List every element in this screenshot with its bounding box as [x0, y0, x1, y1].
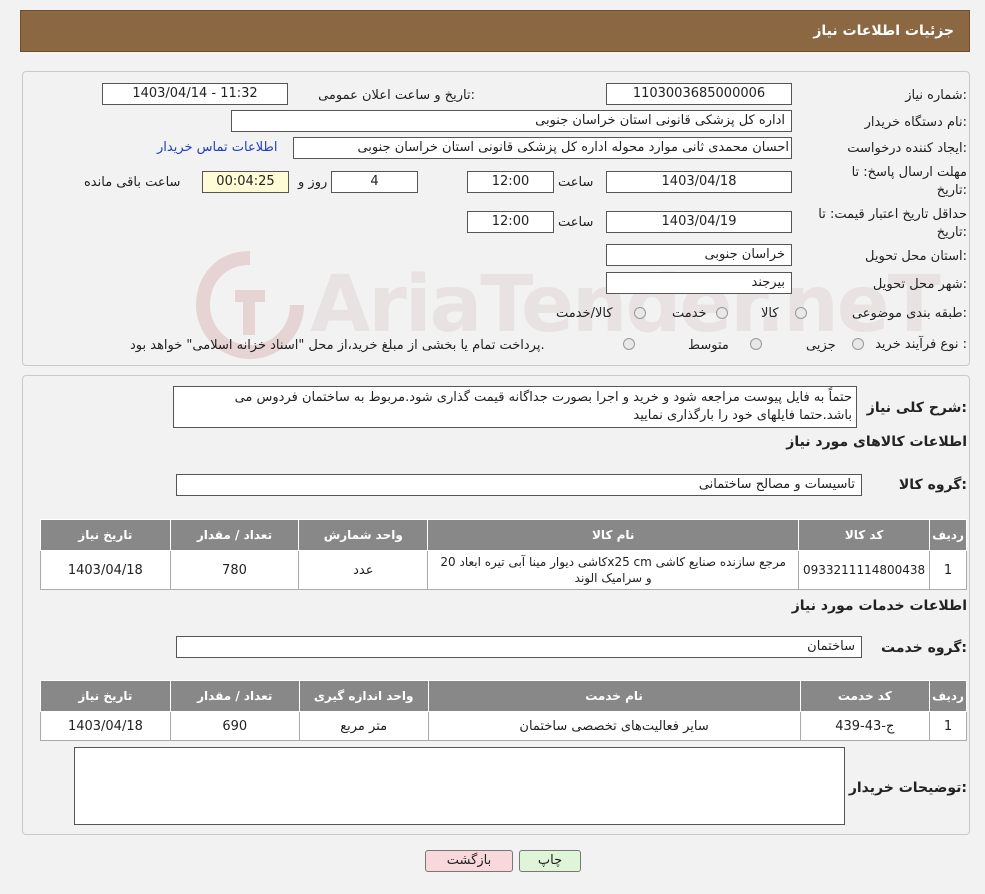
days-field: 4 [331, 171, 418, 193]
back-button[interactable]: بازگشت [425, 850, 513, 872]
announce-field: 1403/04/14 - 11:32 [102, 83, 288, 105]
city-field: بیرجند [606, 272, 792, 294]
process-radio-minor[interactable] [852, 338, 864, 350]
services-col-unit: واحد اندازه گیری [298, 680, 429, 712]
goods-section-title: اطلاعات کالاهای مورد نیاز [786, 434, 967, 450]
page-header: جزئیات اطلاعات نیاز [20, 10, 970, 52]
price-validity-label-2: تاریخ: [936, 225, 967, 240]
deadline-label-2: تاریخ: [936, 183, 967, 198]
buyer-org-field: اداره کل پزشکی قانونی استان خراسان جنوبی [231, 110, 792, 132]
remaining-time-field: 00:04:25 [202, 171, 289, 193]
print-button[interactable]: چاپ [519, 850, 581, 872]
buyer-notes-textarea[interactable] [74, 747, 845, 825]
services-group-field: ساختمان [176, 636, 862, 658]
goods-cell-name: کاشی دیوار مینا آبی تیره ابعاد 20x25 cm … [427, 550, 800, 590]
services-table-header: تاریخ نیاز تعداد / مقدار واحد اندازه گیر… [40, 680, 967, 712]
process-radio-medium[interactable] [750, 338, 762, 350]
contact-buyer-link[interactable]: اطلاعات تماس خریدار [157, 140, 277, 155]
services-cell-unit: متر مربع [298, 711, 429, 741]
price-validity-time-label: ساعت [558, 215, 594, 230]
creator-label: ایجاد کننده درخواست: [847, 141, 967, 156]
table-row: 1403/04/18 690 متر مربع سایر فعالیت‌های … [40, 711, 967, 741]
goods-col-code: کد کالا [798, 519, 930, 551]
process-note: پرداخت تمام یا بخشی از مبلغ خرید،از محل … [130, 338, 545, 353]
process-option-medium: متوسط [688, 338, 729, 353]
services-col-code: کد خدمت [799, 680, 931, 712]
goods-col-qty: تعداد / مقدار [169, 519, 300, 551]
category-radio-goods[interactable] [795, 307, 807, 319]
deadline-date-field: 1403/04/18 [606, 171, 792, 193]
category-radio-service[interactable] [716, 307, 728, 319]
services-col-name: نام خدمت [427, 680, 801, 712]
process-label: نوع فرآیند خرید : [875, 337, 967, 352]
city-label: شهر محل تحویل: [872, 277, 967, 292]
goods-cell-row: 1 [929, 550, 967, 590]
price-validity-time-field: 12:00 [467, 211, 554, 233]
services-col-date: تاریخ نیاز [40, 680, 171, 712]
process-option-minor: جزیی [806, 338, 836, 353]
deadline-time-label: ساعت [558, 175, 594, 190]
goods-cell-unit: عدد [298, 550, 429, 590]
goods-cell-date: 1403/04/18 [40, 550, 171, 590]
goods-table: تاریخ نیاز تعداد / مقدار واحد شمارش نام … [40, 519, 967, 590]
services-group-label: گروه خدمت: [881, 640, 967, 656]
category-option-service: خدمت [672, 306, 707, 321]
goods-group-field: تاسیسات و مصالح ساختمانی [176, 474, 862, 496]
buyer-notes-label: توضیحات خریدار: [848, 780, 967, 796]
need-number-field: 1103003685000006 [606, 83, 792, 105]
services-section-title: اطلاعات خدمات مورد نیاز [791, 598, 967, 614]
services-cell-row: 1 [929, 711, 967, 741]
category-label: طبقه بندی موضوعی: [851, 306, 967, 321]
buyer-org-label: نام دستگاه خریدار: [864, 115, 967, 130]
price-validity-date-field: 1403/04/19 [606, 211, 792, 233]
page-title: جزئیات اطلاعات نیاز [813, 23, 954, 39]
table-row: 1403/04/18 780 عدد کاشی دیوار مینا آبی ت… [40, 550, 967, 590]
remaining-label: ساعت باقی مانده [84, 175, 181, 190]
deadline-time-field: 12:00 [467, 171, 554, 193]
price-validity-label-1: حداقل تاریخ اعتبار قیمت: تا [818, 207, 967, 222]
services-col-qty: تعداد / مقدار [169, 680, 300, 712]
services-cell-name: سایر فعالیت‌های تخصصی ساختمان [427, 711, 801, 741]
category-option-goods-service: کالا/خدمت [556, 306, 613, 321]
services-table: تاریخ نیاز تعداد / مقدار واحد اندازه گیر… [40, 680, 967, 741]
description-textarea[interactable]: حتماً به فایل پیوست مراجعه شود و خرید و … [173, 386, 857, 428]
services-cell-code: ج-43-439 [799, 711, 931, 741]
goods-cell-qty: 780 [169, 550, 300, 590]
goods-table-header: تاریخ نیاز تعداد / مقدار واحد شمارش نام … [40, 519, 967, 551]
services-col-row: ردیف [929, 680, 967, 712]
process-radio-treasury[interactable] [623, 338, 635, 350]
province-label: استان محل تحویل: [865, 249, 967, 264]
services-cell-date: 1403/04/18 [40, 711, 171, 741]
announce-label: تاریخ و ساعت اعلان عمومی: [318, 88, 475, 103]
creator-field: احسان محمدی ثانی موارد محوله اداره کل پز… [293, 137, 792, 159]
province-field: خراسان جنوبی [606, 244, 792, 266]
category-radio-goods-service[interactable] [634, 307, 646, 319]
category-option-goods: کالا [761, 306, 779, 321]
deadline-label-1: مهلت ارسال پاسخ: تا [851, 165, 967, 180]
goods-col-date: تاریخ نیاز [40, 519, 171, 551]
services-cell-qty: 690 [169, 711, 300, 741]
goods-group-label: گروه کالا: [898, 477, 967, 493]
goods-col-unit: واحد شمارش [298, 519, 429, 551]
need-number-label: شماره نیاز: [905, 88, 967, 103]
goods-col-row: ردیف [929, 519, 967, 551]
goods-col-name: نام کالا [427, 519, 800, 551]
days-label: روز و [298, 175, 328, 190]
description-label: شرح کلی نیاز: [866, 400, 967, 416]
goods-cell-code: 0933211114800438 [798, 550, 930, 590]
